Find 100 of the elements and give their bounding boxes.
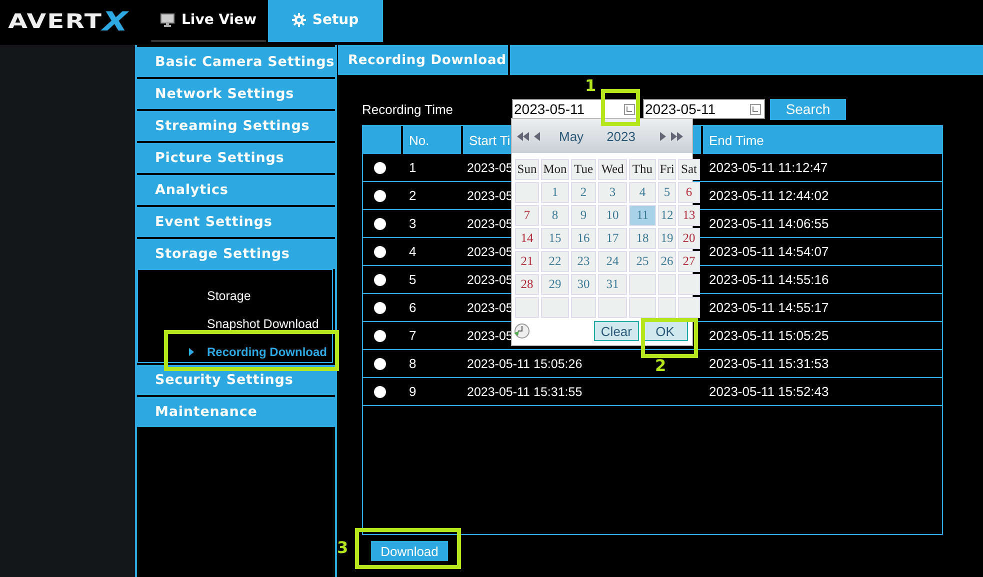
clock-icon[interactable] (514, 323, 530, 339)
calendar-day[interactable]: 18 (629, 228, 656, 249)
column-header: No. (403, 126, 463, 154)
weekday-label: Wed (598, 159, 627, 180)
radio-button[interactable] (374, 190, 386, 202)
weekday-label: Sun (515, 159, 539, 180)
calendar-day[interactable]: 25 (629, 251, 656, 272)
table-cell: 2023-05-11 15:31:55 (467, 384, 582, 398)
radio-button[interactable] (374, 274, 386, 286)
double-left-arrow-icon[interactable] (517, 132, 529, 140)
radio-button[interactable] (374, 358, 386, 370)
nav-tab[interactable]: Setup (268, 0, 383, 42)
calendar-day[interactable]: 12 (658, 205, 676, 226)
step-number: 1 (585, 76, 596, 95)
calendar-day[interactable]: 11 (629, 205, 656, 226)
menu-section[interactable]: Analytics (137, 173, 335, 205)
menu-section[interactable]: Event Settings (137, 205, 335, 237)
calendar-day[interactable]: 14 (515, 228, 539, 249)
submenu-item[interactable]: Storage (138, 282, 332, 310)
calendar-day[interactable]: 8 (541, 205, 569, 226)
weekday-label: Tue (571, 159, 596, 180)
calendar-day[interactable]: 16 (571, 228, 596, 249)
radio-button[interactable] (374, 386, 386, 398)
radio-button[interactable] (374, 330, 386, 342)
date-field[interactable]: 2023-05-11 (512, 99, 639, 119)
date-field[interactable]: 2023-05-11 (643, 99, 765, 119)
calendar-day[interactable]: 30 (571, 274, 596, 295)
menu-section[interactable]: Storage Settings (137, 237, 335, 269)
table-cell-text: 7 (408, 328, 418, 343)
calendar-day[interactable]: 2 (571, 182, 596, 203)
calendar-day[interactable]: 1 (541, 182, 569, 203)
table-cell-text: 6 (408, 300, 418, 315)
empty-day-cell (571, 297, 596, 318)
weekday-label: Sat (678, 159, 700, 180)
table-cell: 2023-05-11 14:55:16 (709, 272, 829, 287)
menu-section[interactable]: Basic Camera Settings (137, 45, 335, 77)
submenu-item[interactable]: Recording Download (138, 338, 332, 366)
highlight-frame (641, 318, 698, 358)
calendar-day[interactable]: 10 (598, 205, 627, 226)
calendar-day[interactable]: 3 (598, 182, 627, 203)
menu-section[interactable]: Picture Settings (137, 141, 335, 173)
table-cell: 2023-05 (467, 300, 513, 314)
calendar-day[interactable]: 21 (515, 251, 539, 272)
table-cell: 2023-05 (467, 244, 513, 258)
calendar-day[interactable]: 20 (678, 228, 700, 249)
calendar-day[interactable]: 4 (629, 182, 656, 203)
table-cell: 2023-05-11 14:54:07 (709, 244, 829, 259)
table-cell: 2023-05-11 15:05:25 (709, 328, 829, 343)
table-cell: 2023-05-11 11:12:47 (709, 160, 828, 175)
empty-day-cell (678, 297, 700, 318)
step-number: 3 (337, 538, 348, 557)
calendar-day[interactable]: 13 (678, 205, 700, 226)
download-button[interactable]: Download (371, 541, 448, 561)
calendar-day[interactable]: 23 (571, 251, 596, 272)
calendar-day[interactable]: 19 (658, 228, 676, 249)
table-cell: 2023-05-11 14:55:17 (709, 300, 829, 315)
radio-button[interactable] (374, 162, 386, 174)
menu-section[interactable]: Streaming Settings (137, 109, 335, 141)
calendar-day[interactable]: 27 (678, 251, 700, 272)
calendar-icon[interactable] (750, 104, 761, 114)
calendar-day[interactable]: 31 (598, 274, 627, 295)
table-cell: 2023-05 (467, 216, 513, 230)
weekday-label: Thu (629, 159, 656, 180)
table-cell: 2023-05-11 12:44:02 (709, 188, 829, 203)
double-right-arrow-icon[interactable] (671, 132, 684, 140)
empty-day-cell (658, 297, 676, 318)
year-label[interactable]: 2023 (606, 128, 636, 144)
menu-section[interactable]: Maintenance (137, 395, 335, 427)
calendar-day[interactable]: 29 (541, 274, 569, 295)
menu-section[interactable]: Network Settings (137, 77, 335, 109)
calendar-day[interactable]: 7 (515, 205, 539, 226)
submenu-item[interactable]: Snapshot Download (138, 310, 332, 338)
settings-icon (292, 13, 306, 27)
calendar-day[interactable]: 5 (658, 182, 676, 203)
calendar-day[interactable]: 26 (658, 251, 676, 272)
table-cell: 2023-05-11 15:52:43 (709, 384, 829, 399)
empty-day-cell (541, 297, 569, 318)
calendar-day[interactable]: 22 (541, 251, 569, 272)
triangle-icon (189, 348, 194, 356)
left-arrow-icon[interactable] (534, 132, 540, 140)
calendar-day[interactable]: 28 (515, 274, 539, 295)
calendar-day[interactable]: 24 (598, 251, 627, 272)
calendar-button[interactable]: Clear (594, 321, 639, 341)
month-label[interactable]: May (559, 128, 584, 144)
calendar-day[interactable]: 9 (571, 205, 596, 226)
calendar-icon[interactable] (624, 104, 635, 114)
right-arrow-icon[interactable] (660, 132, 666, 140)
radio-button[interactable] (374, 246, 386, 258)
table-cell: 2023-05 (467, 272, 513, 286)
table-cell: 2023-05-11 15:05:26 (467, 356, 582, 370)
calendar-day[interactable]: 17 (598, 228, 627, 249)
search-button[interactable]: Search (770, 98, 846, 120)
empty-day-cell (629, 274, 656, 295)
empty-day-cell (629, 297, 656, 318)
table-cell: 2023-05 (467, 328, 513, 342)
radio-button[interactable] (374, 218, 386, 230)
calendar-day[interactable]: 6 (678, 182, 700, 203)
table-cell-text: 5 (408, 272, 418, 287)
radio-button[interactable] (374, 302, 386, 314)
calendar-day[interactable]: 15 (541, 228, 569, 249)
